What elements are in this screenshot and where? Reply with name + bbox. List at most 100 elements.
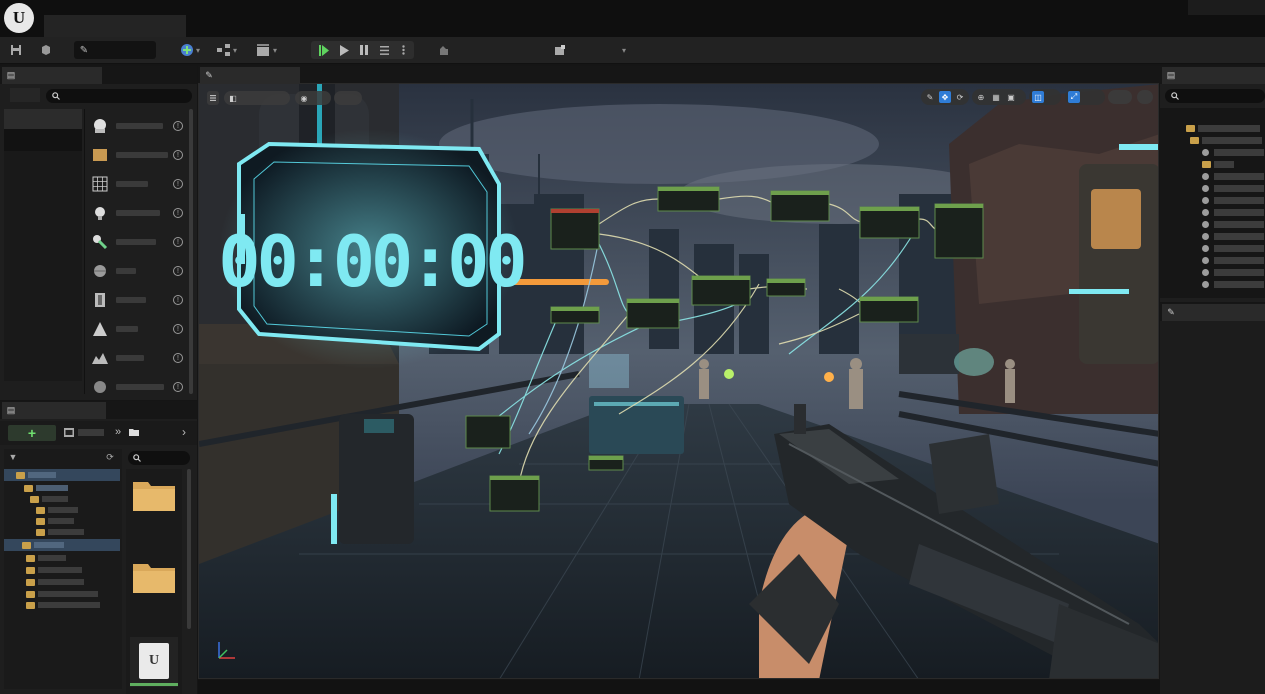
blueprint-node[interactable] — [859, 296, 919, 323]
list-item[interactable]: ! — [88, 344, 192, 372]
tree-item[interactable] — [4, 577, 120, 587]
tree-item[interactable] — [4, 600, 120, 610]
blueprint-node[interactable] — [770, 190, 830, 222]
source-control-icon[interactable] — [38, 42, 54, 58]
tree-item[interactable] — [1180, 232, 1265, 241]
help-icon[interactable]: ! — [173, 266, 183, 276]
more-options-button[interactable] — [397, 43, 409, 57]
blueprint-node[interactable] — [588, 455, 624, 471]
list-item[interactable]: ! — [88, 112, 192, 140]
asset-tile-level[interactable]: U — [130, 637, 178, 687]
options-list-button[interactable] — [377, 43, 391, 57]
play-button[interactable] — [317, 43, 331, 57]
help-icon[interactable]: ! — [173, 324, 183, 334]
scale-snap-icon[interactable]: ⤢ — [1068, 91, 1080, 103]
blueprint-node[interactable] — [465, 415, 511, 449]
tree-item[interactable] — [1180, 136, 1265, 145]
tree-item[interactable] — [1180, 172, 1265, 181]
save-all-bar[interactable] — [78, 429, 104, 436]
category-item-basic[interactable] — [4, 129, 82, 151]
select-icon[interactable]: ✎ — [924, 91, 936, 103]
tree-item[interactable] — [1180, 280, 1265, 289]
tree-item[interactable] — [4, 565, 120, 575]
show-flags-button[interactable] — [334, 91, 362, 105]
tree-item[interactable] — [4, 494, 120, 504]
refresh-icon[interactable]: ⟳ — [105, 452, 115, 462]
list-item[interactable]: ! — [88, 286, 192, 314]
list-item[interactable]: ! — [88, 199, 192, 227]
folder-icon[interactable] — [128, 426, 140, 438]
tree-item[interactable] — [1180, 124, 1265, 133]
simulate-button[interactable] — [337, 43, 351, 57]
surface-snap-icon[interactable]: ▦ — [990, 91, 1002, 103]
tree-item-selected[interactable] — [4, 539, 120, 551]
outliner-search[interactable] — [1165, 89, 1265, 103]
blueprint-node[interactable] — [766, 278, 806, 297]
list-item[interactable]: ! — [88, 228, 192, 256]
tree-item[interactable] — [1180, 268, 1265, 277]
list-item[interactable]: ! — [88, 141, 192, 169]
category-item-recent[interactable] — [4, 109, 82, 129]
tree-item[interactable] — [1180, 208, 1265, 217]
camera-speed-button[interactable] — [1108, 90, 1132, 104]
blueprint-node[interactable] — [657, 186, 720, 212]
blueprint-node[interactable] — [550, 306, 600, 324]
tree-item[interactable] — [4, 483, 120, 493]
level-viewport[interactable]: 00:00:00 ◧ ◉ ✎ ✥ ⟳ ⊕ ▦ ▣ ◫ ⤢ — [198, 83, 1159, 679]
tree-item[interactable] — [1180, 256, 1265, 265]
tab-viewport[interactable]: ✎ — [200, 67, 300, 83]
tab-details[interactable]: ✎ — [1162, 304, 1265, 321]
move-icon[interactable]: ✥ — [939, 91, 951, 103]
list-item[interactable]: ! — [88, 170, 192, 198]
grid-snap-icon[interactable]: ▣ — [1005, 91, 1017, 103]
help-icon[interactable]: ! — [173, 353, 183, 363]
platforms-button[interactable] — [436, 41, 452, 59]
save-icon[interactable] — [8, 42, 24, 58]
tree-item[interactable] — [1180, 196, 1265, 205]
expand-icon[interactable]: » — [112, 426, 124, 438]
list-item[interactable]: ! — [88, 373, 192, 401]
asset-folder-tile[interactable] — [132, 560, 176, 597]
scrollbar[interactable] — [189, 109, 193, 394]
blueprint-node[interactable] — [550, 208, 600, 250]
chevron-right-icon[interactable]: › — [178, 425, 190, 439]
viewport-menu-button[interactable] — [207, 91, 219, 105]
help-icon[interactable]: ! — [173, 121, 183, 131]
tree-item[interactable] — [1180, 220, 1265, 229]
help-icon[interactable]: ! — [173, 295, 183, 305]
maximize-viewport-button[interactable] — [1137, 90, 1153, 104]
lit-mode-button[interactable]: ◉ — [295, 91, 331, 105]
blueprint-button[interactable]: ▾ — [214, 41, 240, 59]
filter-icon[interactable]: ▼ — [8, 452, 18, 462]
tree-item[interactable] — [1180, 160, 1265, 169]
perspective-button[interactable]: ◧ — [224, 91, 290, 105]
help-icon[interactable]: ! — [173, 179, 183, 189]
scrollbar[interactable] — [187, 469, 191, 629]
help-icon[interactable]: ! — [173, 150, 183, 160]
level-tab[interactable] — [44, 15, 186, 37]
help-icon[interactable]: ! — [173, 208, 183, 218]
place-actors-search[interactable] — [46, 89, 192, 103]
tree-item[interactable] — [4, 589, 120, 599]
tree-item[interactable] — [4, 505, 120, 515]
tree-item[interactable] — [4, 516, 120, 526]
globe-icon[interactable]: ⊕ — [975, 91, 987, 103]
help-icon[interactable]: ! — [173, 382, 183, 392]
angle-snap-icon[interactable]: ◫ — [1032, 91, 1044, 103]
settings-button[interactable] — [552, 41, 568, 59]
tree-item-root[interactable] — [4, 469, 120, 481]
asset-search[interactable] — [128, 451, 190, 465]
blueprint-node[interactable] — [934, 203, 984, 259]
title-bar-controls[interactable] — [1188, 0, 1265, 15]
help-icon[interactable]: ! — [173, 237, 183, 247]
asset-folder-tile[interactable] — [132, 478, 176, 515]
tree-item[interactable] — [1180, 184, 1265, 193]
list-item[interactable]: ! — [88, 257, 192, 285]
blueprint-node[interactable] — [489, 475, 540, 512]
pause-button[interactable] — [357, 43, 371, 57]
blueprint-node[interactable] — [626, 298, 680, 329]
mode-selector[interactable]: ✎ — [74, 41, 156, 59]
tab-outliner[interactable]: ▤ — [1162, 67, 1265, 84]
tab-place-actors[interactable]: ▤ — [2, 67, 102, 84]
cinematics-button[interactable]: ▾ — [254, 41, 280, 59]
